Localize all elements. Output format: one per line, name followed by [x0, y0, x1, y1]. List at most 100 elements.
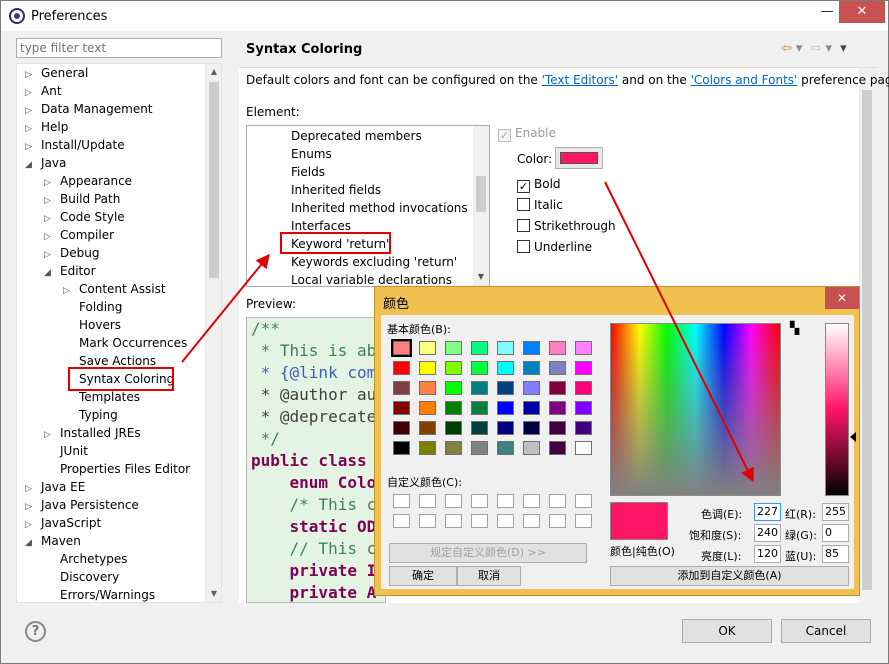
basic-color-swatch[interactable] — [575, 361, 592, 375]
custom-color-swatch[interactable] — [419, 514, 436, 528]
back-menu-icon[interactable]: ▾ — [796, 41, 803, 56]
basic-color-swatch[interactable] — [575, 401, 592, 415]
element-list-item[interactable]: Inherited method invocations — [291, 199, 468, 217]
crosshair-icon[interactable]: ▚ — [790, 321, 799, 335]
view-menu-icon[interactable]: ▾ — [840, 41, 847, 56]
saturation-input[interactable]: 240 — [754, 524, 781, 542]
hue-input[interactable]: 227 — [754, 503, 781, 521]
basic-color-swatch[interactable] — [445, 401, 462, 415]
custom-color-swatch[interactable] — [549, 514, 566, 528]
custom-color-swatch[interactable] — [471, 514, 488, 528]
color-spectrum[interactable] — [610, 323, 781, 496]
custom-color-swatch[interactable] — [445, 514, 462, 528]
tree-item[interactable]: ◢ Java — [25, 154, 66, 172]
basic-color-swatch[interactable] — [419, 361, 436, 375]
basic-color-swatch[interactable] — [523, 341, 540, 355]
page-scroll-thumb[interactable] — [862, 90, 872, 590]
element-list-item[interactable]: Inherited fields — [291, 181, 381, 199]
element-scroll-thumb[interactable] — [476, 176, 486, 212]
tree-item[interactable]: ▷ JavaScript — [25, 514, 101, 532]
filter-input[interactable] — [16, 38, 222, 58]
define-custom-colors-button[interactable]: 规定自定义颜色(D) >> — [389, 543, 587, 563]
basic-color-swatch[interactable] — [393, 421, 410, 435]
red-input[interactable]: 255 — [822, 503, 849, 521]
basic-color-swatch[interactable] — [471, 341, 488, 355]
basic-color-swatch[interactable] — [549, 361, 566, 375]
element-list-scrollbar[interactable]: ▼ — [473, 126, 489, 286]
custom-color-swatch[interactable] — [523, 494, 540, 508]
element-list-item[interactable]: Deprecated members — [291, 127, 422, 145]
luminance-pointer-icon[interactable] — [850, 432, 856, 442]
basic-color-swatch[interactable] — [419, 381, 436, 395]
tree-item[interactable]: ▷ Appearance — [44, 172, 132, 190]
basic-color-swatch[interactable] — [575, 421, 592, 435]
ok-button[interactable]: OK — [682, 619, 772, 643]
forward-menu-icon[interactable]: ▾ — [825, 41, 832, 56]
basic-color-swatch[interactable] — [471, 441, 488, 455]
expanded-twisty-icon[interactable]: ◢ — [25, 534, 37, 552]
enable-checkbox[interactable]: ✓ Enable — [498, 125, 556, 142]
basic-color-swatch[interactable] — [523, 421, 540, 435]
custom-color-swatch[interactable] — [393, 494, 410, 508]
tree-item[interactable]: ▷ Ant — [25, 82, 62, 100]
basic-color-swatch[interactable] — [445, 381, 462, 395]
custom-color-swatch[interactable] — [523, 514, 540, 528]
add-custom-color-button[interactable]: 添加到自定义颜色(A) — [610, 566, 849, 586]
tree-item[interactable]: ◢ Editor — [44, 262, 96, 280]
basic-color-swatch[interactable] — [445, 421, 462, 435]
basic-color-swatch[interactable] — [445, 341, 462, 355]
basic-color-swatch[interactable] — [497, 341, 514, 355]
basic-color-swatch[interactable] — [419, 421, 436, 435]
scroll-up-icon[interactable]: ▲ — [206, 64, 221, 80]
scroll-down-icon[interactable]: ▼ — [206, 586, 221, 602]
custom-color-swatch[interactable] — [497, 494, 514, 508]
page-scrollbar[interactable] — [859, 68, 876, 603]
basic-color-swatch[interactable] — [419, 401, 436, 415]
custom-color-swatch[interactable] — [575, 514, 592, 528]
basic-color-swatch[interactable] — [497, 361, 514, 375]
tree-scroll-thumb[interactable] — [209, 82, 219, 278]
basic-color-swatch[interactable] — [575, 381, 592, 395]
basic-color-swatch[interactable] — [575, 341, 592, 355]
tree-item[interactable]: Typing — [63, 406, 118, 424]
strikethrough-checkbox[interactable]: Strikethrough — [517, 218, 616, 234]
basic-color-swatch[interactable] — [393, 381, 410, 395]
dialog-cancel-button[interactable]: 取消 — [457, 566, 521, 586]
element-list-item[interactable]: Keywords excluding 'return' — [291, 253, 457, 271]
scroll-down-icon[interactable]: ▼ — [473, 272, 489, 286]
basic-color-swatch[interactable] — [523, 441, 540, 455]
basic-color-swatch[interactable] — [549, 441, 566, 455]
basic-color-swatch[interactable] — [549, 381, 566, 395]
basic-color-swatch[interactable] — [549, 341, 566, 355]
cancel-button[interactable]: Cancel — [781, 619, 871, 643]
tree-scrollbar[interactable]: ▲ ▼ — [205, 64, 221, 602]
basic-color-swatch[interactable] — [497, 441, 514, 455]
element-list-item[interactable]: Local variable declarations — [291, 271, 452, 286]
green-input[interactable]: 0 — [822, 524, 849, 542]
basic-color-swatch[interactable] — [523, 381, 540, 395]
basic-color-swatch[interactable] — [471, 421, 488, 435]
dialog-close-icon[interactable]: ✕ — [825, 287, 859, 309]
tree-item[interactable]: ▷ Java Persistence — [25, 496, 139, 514]
custom-color-swatch[interactable] — [575, 494, 592, 508]
italic-checkbox[interactable]: Italic — [517, 197, 563, 213]
basic-color-swatch[interactable] — [497, 401, 514, 415]
basic-color-swatch[interactable] — [471, 381, 488, 395]
help-icon[interactable]: ? — [25, 621, 46, 642]
tree-item[interactable]: ▷ Content Assist — [63, 280, 166, 298]
basic-color-swatch[interactable] — [445, 441, 462, 455]
tree-item[interactable]: ▷ Install/Update — [25, 136, 125, 154]
close-icon[interactable]: ✕ — [839, 1, 885, 23]
tree-item[interactable]: Properties Files Editor — [44, 460, 190, 478]
custom-color-swatch[interactable] — [497, 514, 514, 528]
basic-color-swatch[interactable] — [471, 401, 488, 415]
custom-color-swatch[interactable] — [393, 514, 410, 528]
tree-item[interactable]: ▷ Compiler — [44, 226, 114, 244]
dialog-ok-button[interactable]: 确定 — [389, 566, 457, 586]
basic-color-swatch[interactable] — [523, 401, 540, 415]
basic-color-swatch[interactable] — [497, 421, 514, 435]
tree-item[interactable]: ▷ Java EE — [25, 478, 85, 496]
basic-color-swatch[interactable] — [419, 341, 436, 355]
luminance-slider[interactable] — [825, 323, 849, 496]
basic-color-swatch[interactable] — [575, 441, 592, 455]
